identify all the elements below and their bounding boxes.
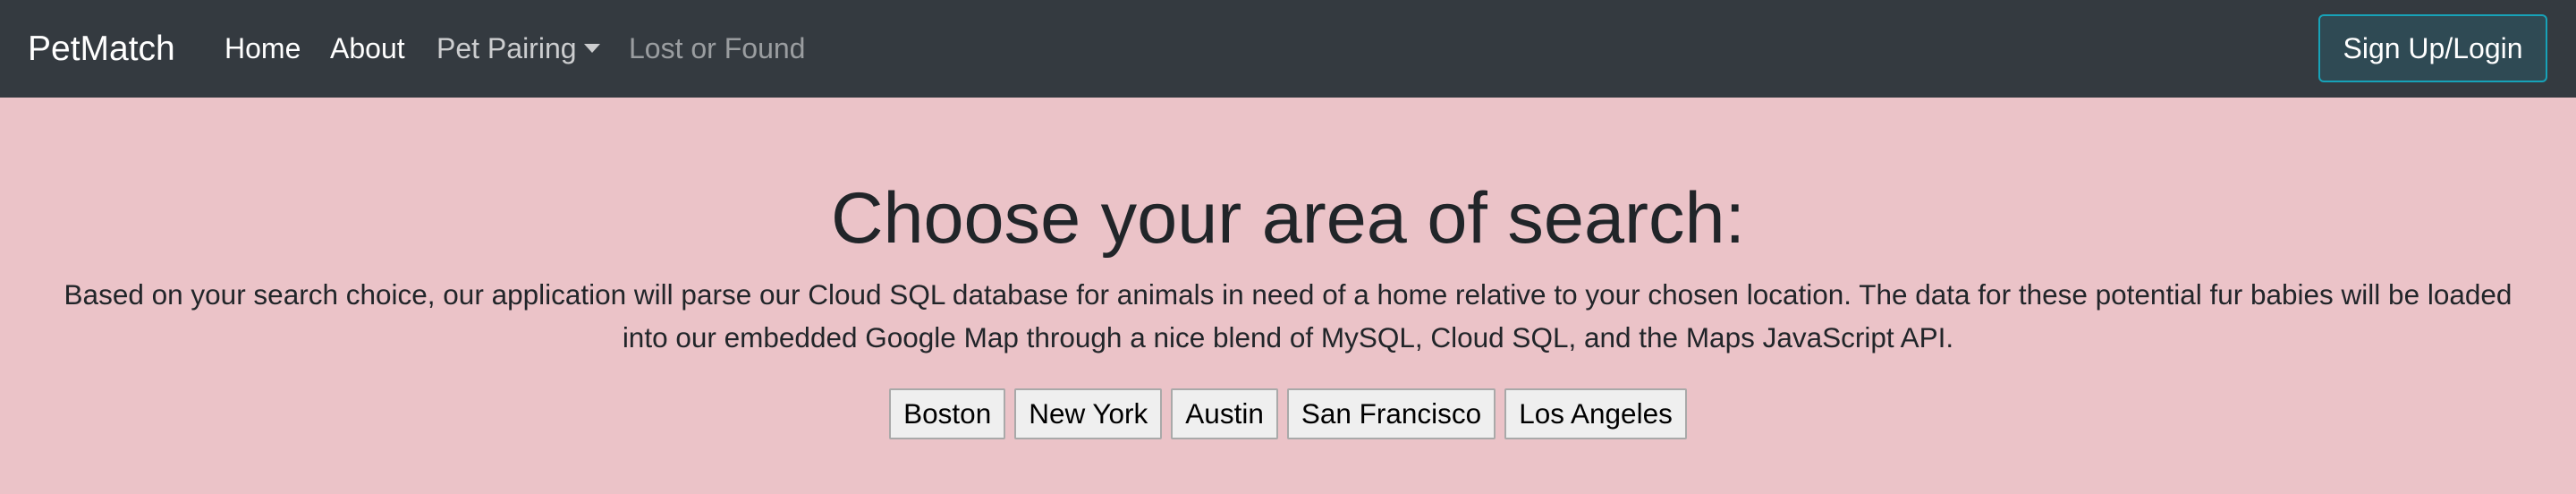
city-button-los-angeles[interactable]: Los Angeles	[1504, 388, 1687, 439]
signup-login-button[interactable]: Sign Up/Login	[2318, 14, 2547, 82]
nav-about-link[interactable]: About	[330, 0, 405, 98]
city-button-group: Boston New York Austin San Francisco Los…	[0, 388, 2576, 439]
nav-pet-pairing-dropdown[interactable]: Pet Pairing	[436, 0, 600, 98]
nav-lost-or-found-link[interactable]: Lost or Found	[629, 0, 805, 98]
city-button-new-york[interactable]: New York	[1014, 388, 1163, 439]
brand-logo[interactable]: PetMatch	[28, 0, 175, 98]
city-button-san-francisco[interactable]: San Francisco	[1286, 388, 1496, 439]
search-description: Based on your search choice, our applica…	[64, 278, 2512, 353]
caret-down-icon	[583, 44, 600, 53]
page-title: Choose your area of search:	[830, 178, 1746, 259]
nav-pet-pairing-label: Pet Pairing	[436, 32, 577, 64]
nav-home-link[interactable]: Home	[225, 0, 301, 98]
city-button-boston[interactable]: Boston	[889, 388, 1006, 439]
navbar: PetMatch Home About Pet Pairing Lost or …	[0, 0, 2576, 98]
city-button-austin[interactable]: Austin	[1171, 388, 1278, 439]
